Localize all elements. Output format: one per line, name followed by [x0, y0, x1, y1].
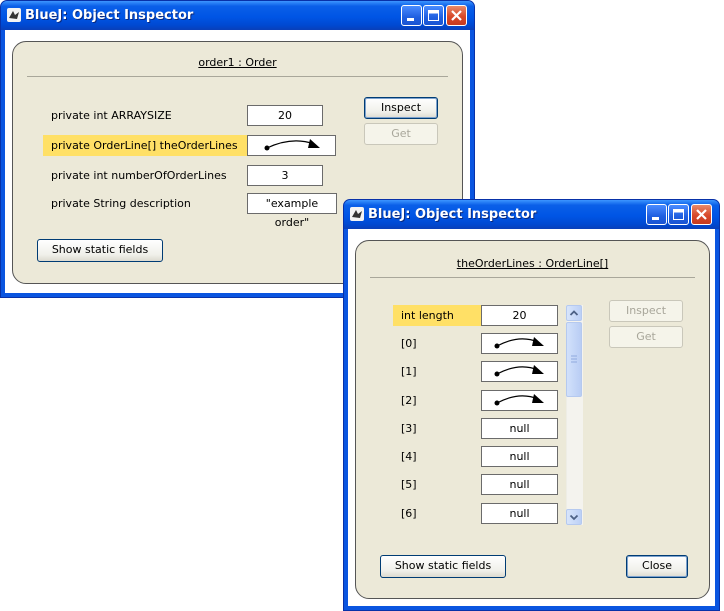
- object-reference-arrow-icon: [494, 337, 544, 349]
- close-icon: [451, 10, 462, 21]
- field-value-description[interactable]: "example order": [247, 193, 337, 229]
- field-value-index-1[interactable]: [481, 361, 558, 382]
- title-bar[interactable]: BlueJ: Object Inspector: [1, 1, 474, 30]
- maximize-button[interactable]: [668, 204, 689, 225]
- field-value-index-5[interactable]: null: [481, 474, 558, 495]
- scroll-down-button[interactable]: [566, 509, 582, 525]
- field-value-index-6[interactable]: null: [481, 503, 558, 524]
- window-client: theOrderLines : OrderLine[] int length 2…: [348, 229, 715, 606]
- field-label-description[interactable]: private String description: [43, 193, 247, 214]
- title-bar[interactable]: BlueJ: Object Inspector: [344, 200, 719, 229]
- scroll-up-button[interactable]: [566, 305, 582, 321]
- field-value-index-3[interactable]: null: [481, 418, 558, 439]
- field-label-index-1[interactable]: [1]: [393, 361, 481, 382]
- close-window-button[interactable]: [446, 5, 467, 26]
- get-button[interactable]: Get: [364, 123, 438, 145]
- close-window-button[interactable]: [691, 204, 712, 225]
- close-icon: [696, 209, 707, 220]
- object-reference-arrow-icon: [494, 394, 544, 406]
- minimize-icon: [652, 217, 659, 220]
- object-heading: theOrderLines : OrderLine[]: [456, 257, 609, 270]
- field-label-index-3[interactable]: [3]: [393, 418, 481, 439]
- chevron-down-icon: [569, 514, 579, 521]
- object-reference-arrow-icon: [494, 365, 544, 377]
- minimize-icon: [407, 18, 414, 21]
- inspector-panel: theOrderLines : OrderLine[] int length 2…: [355, 240, 710, 599]
- get-button[interactable]: Get: [609, 326, 683, 348]
- object-reference-arrow-icon: [264, 139, 320, 151]
- maximize-button[interactable]: [423, 5, 444, 26]
- grip-icon: [571, 355, 577, 363]
- field-label-index-0[interactable]: [0]: [393, 333, 481, 354]
- field-value-index-2[interactable]: [481, 390, 558, 411]
- divider: [370, 277, 695, 278]
- close-button[interactable]: Close: [626, 555, 688, 578]
- field-value-index-0[interactable]: [481, 333, 558, 354]
- field-label-numberoforderlines[interactable]: private int numberOfOrderLines: [43, 165, 247, 186]
- field-value-length[interactable]: 20: [481, 305, 558, 326]
- object-heading: order1 : Order: [198, 56, 277, 69]
- field-label-index-5[interactable]: [5]: [393, 474, 481, 495]
- maximize-icon: [428, 10, 439, 21]
- bluej-bird-icon: [7, 8, 21, 22]
- field-label-index-6[interactable]: [6]: [393, 503, 481, 524]
- field-value-index-4[interactable]: null: [481, 446, 558, 467]
- field-label-theorderlines[interactable]: private OrderLine[] theOrderLines: [43, 135, 247, 156]
- minimize-button[interactable]: [401, 5, 422, 26]
- scroll-thumb[interactable]: [566, 322, 582, 397]
- window-title: BlueJ: Object Inspector: [368, 207, 537, 222]
- divider: [27, 76, 448, 77]
- field-label-length[interactable]: int length: [393, 305, 481, 326]
- field-label-index-4[interactable]: [4]: [393, 446, 481, 467]
- chevron-up-icon: [569, 310, 579, 316]
- field-label-arraysize[interactable]: private int ARRAYSIZE: [43, 105, 247, 126]
- inspect-button[interactable]: Inspect: [364, 97, 438, 119]
- field-value-numberoforderlines[interactable]: 3: [247, 165, 323, 186]
- window-title: BlueJ: Object Inspector: [25, 8, 194, 23]
- minimize-button[interactable]: [646, 204, 667, 225]
- field-value-theorderlines[interactable]: [247, 135, 336, 156]
- show-static-fields-button[interactable]: Show static fields: [37, 239, 163, 262]
- inspector-window-orderlines: BlueJ: Object Inspector theOrderLines : …: [343, 199, 720, 611]
- inspect-button[interactable]: Inspect: [609, 300, 683, 322]
- field-label-index-2[interactable]: [2]: [393, 390, 481, 411]
- field-value-arraysize[interactable]: 20: [247, 105, 323, 126]
- maximize-icon: [673, 209, 684, 220]
- bluej-bird-icon: [350, 207, 364, 221]
- show-static-fields-button[interactable]: Show static fields: [380, 555, 506, 578]
